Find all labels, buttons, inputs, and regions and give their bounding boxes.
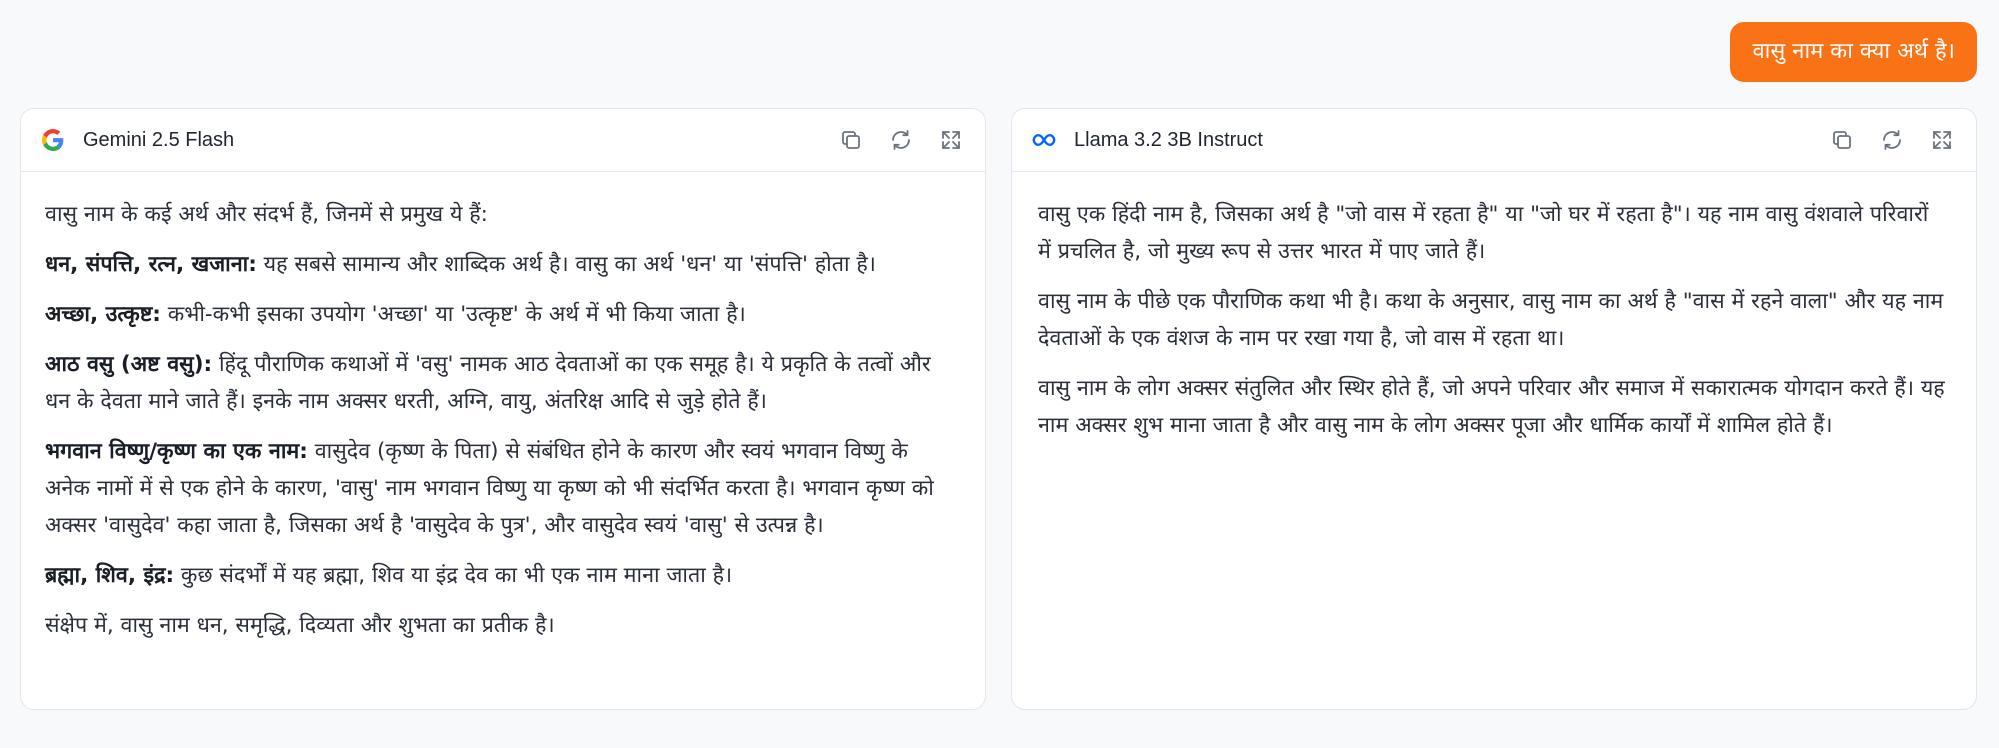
- expand-icon[interactable]: [937, 126, 965, 154]
- user-message-bubble: वासु नाम का क्या अर्थ है।: [1730, 22, 1977, 82]
- definitions-list: धन, संपत्ति, रत्न, खजाना: यह सबसे सामान्…: [45, 246, 957, 594]
- definition-text: यह सबसे सामान्य और शाब्दिक अर्थ है। वासु…: [256, 252, 876, 277]
- definition-item: भगवान विष्णु/कृष्ण का एक नाम: वासुदेव (क…: [45, 433, 957, 544]
- definition-text: कभी-कभी इसका उपयोग 'अच्छा' या 'उत्कृष्ट'…: [160, 302, 746, 327]
- response-panel-gemini: Gemini 2.5 Flash वासु नाम के कई अर्थ और …: [20, 108, 986, 710]
- definition-term: धन, संपत्ति, रत्न, खजाना:: [45, 252, 257, 277]
- response-panel-llama: Llama 3.2 3B Instruct वासु एक हिंदी नाम …: [1011, 108, 1977, 710]
- response-body: वासु एक हिंदी नाम है, जिसका अर्थ है "जो …: [1012, 172, 1976, 444]
- intro-paragraph: वासु नाम के कई अर्थ और संदर्भ हैं, जिनमे…: [45, 202, 488, 227]
- model-name: Gemini 2.5 Flash: [83, 128, 235, 151]
- copy-icon[interactable]: [837, 126, 865, 154]
- definition-term: ब्रह्मा, शिव, इंद्र:: [45, 563, 175, 588]
- definition-text: कुछ संदर्भों में यह ब्रह्मा, शिव या इंद्…: [174, 563, 733, 588]
- definition-item: धन, संपत्ति, रत्न, खजाना: यह सबसे सामान्…: [45, 246, 957, 283]
- chat-comparison-view: वासु नाम का क्या अर्थ है। Gemini 2.5 Fla…: [0, 0, 1999, 748]
- model-name: Llama 3.2 3B Instruct: [1074, 128, 1263, 151]
- definition-item: अच्छा, उत्कृष्ट: कभी-कभी इसका उपयोग 'अच्…: [45, 296, 957, 333]
- summary-paragraph: संक्षेप में, वासु नाम धन, समृद्धि, दिव्य…: [45, 613, 555, 638]
- panel-header: Llama 3.2 3B Instruct: [1012, 109, 1976, 172]
- copy-icon[interactable]: [1828, 126, 1856, 154]
- refresh-icon[interactable]: [887, 126, 915, 154]
- refresh-icon[interactable]: [1878, 126, 1906, 154]
- definition-item: ब्रह्मा, शिव, इंद्र: कुछ संदर्भों में यह…: [45, 557, 957, 594]
- meta-infinity-icon: [1032, 128, 1056, 152]
- expand-icon[interactable]: [1928, 126, 1956, 154]
- definition-term: आठ वसु (अष्ट वसु):: [45, 352, 213, 377]
- google-g-icon: [41, 128, 65, 152]
- response-paragraph: वासु नाम के पीछे एक पौराणिक कथा भी है। क…: [1038, 289, 1944, 351]
- response-body: वासु नाम के कई अर्थ और संदर्भ हैं, जिनमे…: [21, 172, 985, 644]
- panel-actions: [837, 126, 965, 154]
- response-paragraph: वासु एक हिंदी नाम है, जिसका अर्थ है "जो …: [1038, 202, 1929, 264]
- response-paragraph: वासु नाम के लोग अक्सर संतुलित और स्थिर ह…: [1038, 376, 1945, 438]
- definition-item: आठ वसु (अष्ट वसु): हिंदू पौराणिक कथाओं म…: [45, 346, 957, 420]
- panel-actions: [1828, 126, 1956, 154]
- definition-term: अच्छा, उत्कृष्ट:: [45, 302, 161, 327]
- panel-header: Gemini 2.5 Flash: [21, 109, 985, 172]
- definition-term: भगवान विष्णु/कृष्ण का एक नाम:: [45, 439, 308, 464]
